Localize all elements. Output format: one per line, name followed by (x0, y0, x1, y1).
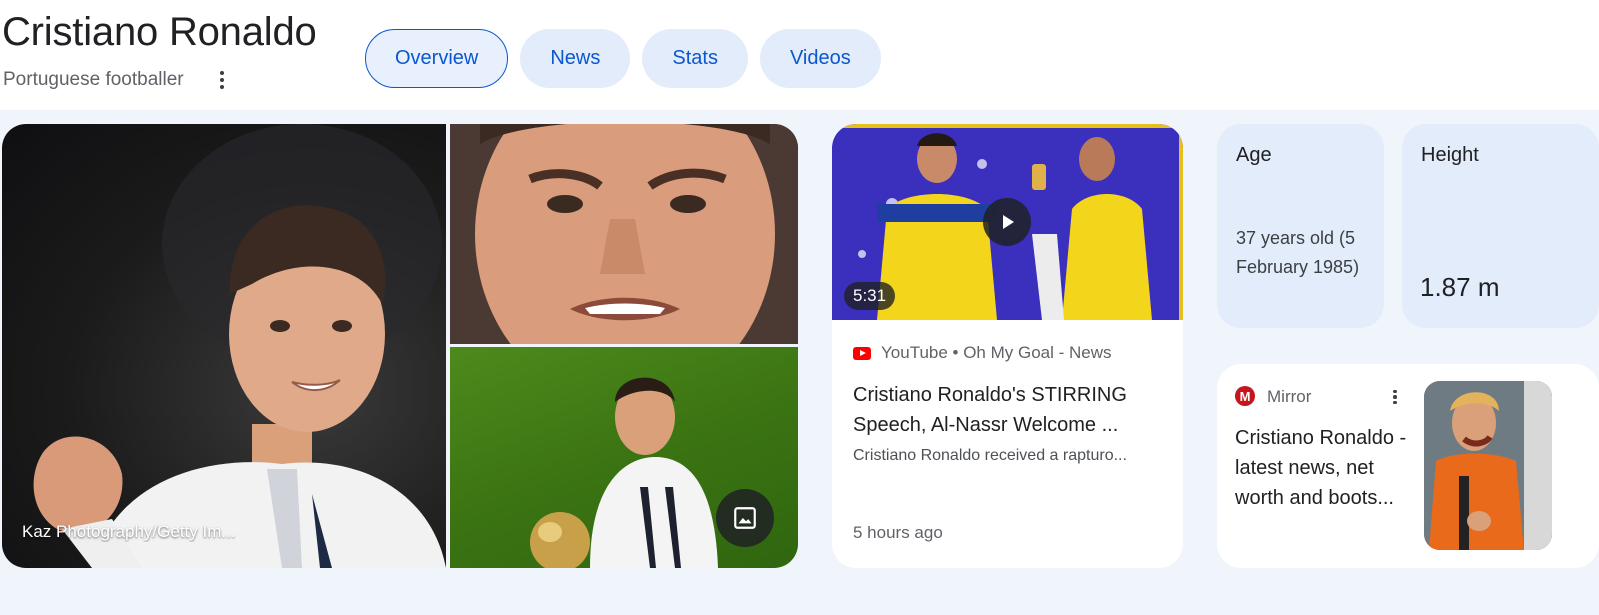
video-timestamp: 5 hours ago (853, 523, 943, 542)
tab-news[interactable]: News (520, 29, 631, 88)
news-thumbnail-illustration (1424, 381, 1552, 550)
more-options-icon[interactable] (213, 69, 231, 91)
fact-age-card[interactable]: Age 37 years old (5 February 1985) (1217, 124, 1384, 328)
play-triangle (1003, 215, 1014, 229)
entity-tabs: Overview News Stats Videos (365, 29, 881, 88)
portrait-illustration (33, 124, 446, 568)
video-title[interactable]: Cristiano Ronaldo's STIRRING Speech, Al-… (853, 380, 1153, 440)
tab-videos[interactable]: Videos (759, 29, 881, 88)
video-thumbnail[interactable]: 5:31 (832, 124, 1183, 320)
entity-subtitle: Portuguese footballer (3, 69, 184, 90)
news-title[interactable]: Cristiano Ronaldo - latest news, net wor… (1235, 423, 1415, 513)
tab-stats[interactable]: Stats (642, 29, 748, 88)
youtube-icon (853, 346, 871, 360)
news-more-options-icon[interactable] (1391, 388, 1399, 406)
tab-overview[interactable]: Overview (365, 29, 509, 88)
video-duration: 5:31 (844, 282, 896, 310)
mirror-logo-icon: M (1235, 386, 1255, 406)
photo-credit: Kaz Photography/Getty Im... (22, 522, 236, 541)
fact-age-value: 37 years old (5 February 1985) (1236, 228, 1360, 277)
image-gallery-button[interactable] (716, 489, 774, 547)
video-card[interactable]: 5:31 YouTube • Oh My Goal - News Cristia… (832, 124, 1183, 568)
play-icon[interactable] (983, 198, 1031, 246)
image-icon (734, 507, 756, 529)
fact-age-label: Age (1236, 144, 1272, 166)
video-source-row: YouTube • Oh My Goal - News (853, 343, 1112, 363)
fact-height-label: Height (1421, 144, 1479, 166)
fact-height-card[interactable]: Height 1.87 m (1402, 124, 1599, 328)
page-title: Cristiano Ronaldo (2, 10, 317, 54)
main-photo[interactable] (2, 124, 446, 568)
fact-height-value: 1.87 m (1420, 272, 1500, 302)
video-source: YouTube • Oh My Goal - News (881, 343, 1112, 362)
news-card[interactable]: M Mirror Cristiano Ronaldo - latest news… (1217, 364, 1599, 568)
video-description: Cristiano Ronaldo received a rapturo... (853, 447, 1127, 464)
news-thumbnail (1424, 381, 1552, 550)
news-source: Mirror (1267, 387, 1312, 406)
closeup-illustration (450, 124, 798, 344)
closeup-photo[interactable] (450, 124, 798, 344)
